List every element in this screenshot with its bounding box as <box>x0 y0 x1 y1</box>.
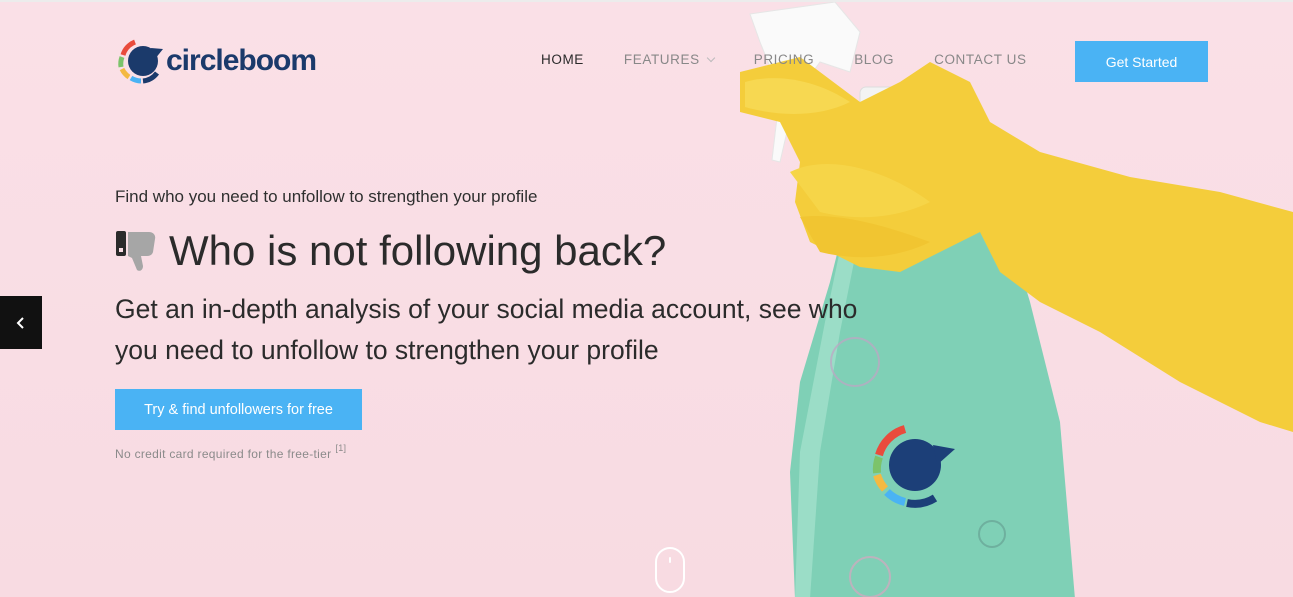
page-title: Who is not following back? <box>169 227 667 274</box>
nav-item-features[interactable]: FEATURES <box>623 52 715 67</box>
nav-item-blog[interactable]: BLOG <box>854 52 894 67</box>
brand-logo[interactable]: circleboom <box>117 37 317 85</box>
free-tier-note-text: No credit card required for the free-tie… <box>115 447 332 461</box>
footnote-ref-link[interactable]: [1] <box>335 443 346 453</box>
main-nav: HOME FEATURES PRICING BLOG CONTACT US <box>541 52 1067 67</box>
brand-name: circleboom <box>166 44 317 77</box>
hero-headline: Who is not following back? <box>115 227 666 275</box>
nav-item-home[interactable]: HOME <box>541 52 584 67</box>
thumbs-down-icon <box>116 231 156 271</box>
nav-item-contact[interactable]: CONTACT US <box>934 52 1027 67</box>
hero-section: circleboom HOME FEATURES PRICING BLOG CO… <box>0 0 1293 597</box>
chevron-left-icon <box>16 316 24 329</box>
get-started-button[interactable]: Get Started <box>1075 41 1208 82</box>
nav-item-features-label: FEATURES <box>623 52 700 67</box>
chevron-down-icon <box>706 53 715 63</box>
free-tier-note: No credit card required for the free-tie… <box>115 443 346 461</box>
slider-prev-button[interactable] <box>0 296 42 349</box>
nav-item-pricing[interactable]: PRICING <box>754 52 814 67</box>
find-unfollowers-button[interactable]: Try & find unfollowers for free <box>115 389 362 430</box>
circleboom-logo-icon <box>118 39 163 84</box>
hero-tagline: Find who you need to unfollow to strengt… <box>115 187 538 206</box>
hero-subheadline: Get an in-depth analysis of your social … <box>115 294 858 365</box>
mouse-scroll-icon[interactable] <box>655 547 685 593</box>
